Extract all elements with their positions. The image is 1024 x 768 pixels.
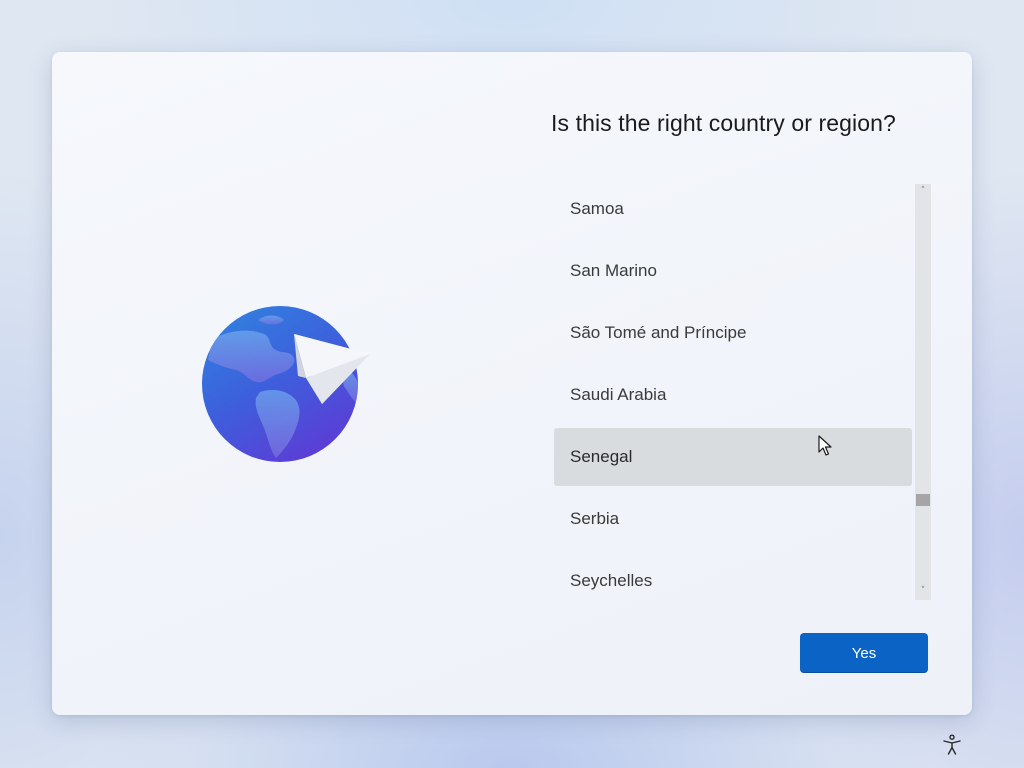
country-item-senegal[interactable]: Senegal [554, 428, 912, 486]
scroll-up-arrow-icon[interactable]: ˄ [915, 184, 931, 198]
country-item-samoa[interactable]: Samoa [554, 180, 912, 238]
setup-dialog: Is this the right country or region? Sam… [52, 52, 972, 715]
accessibility-icon[interactable] [940, 733, 964, 757]
page-title: Is this the right country or region? [551, 110, 896, 136]
country-item-serbia[interactable]: Serbia [554, 490, 912, 548]
scroll-down-arrow-icon[interactable]: ˅ [915, 584, 931, 598]
country-item-seychelles[interactable]: Seychelles [554, 552, 912, 600]
yes-button[interactable]: Yes [800, 633, 928, 673]
country-item-saudi-arabia[interactable]: Saudi Arabia [554, 366, 912, 424]
country-item-san-marino[interactable]: San Marino [554, 242, 912, 300]
country-list[interactable]: Samoa San Marino São Tomé and Príncipe S… [554, 180, 914, 600]
globe-paper-plane-icon [202, 306, 370, 462]
scrollbar-thumb[interactable] [916, 494, 930, 506]
country-item-sao-tome-and-principe[interactable]: São Tomé and Príncipe [554, 304, 912, 362]
list-scrollbar[interactable]: ˄ ˅ [915, 184, 931, 600]
